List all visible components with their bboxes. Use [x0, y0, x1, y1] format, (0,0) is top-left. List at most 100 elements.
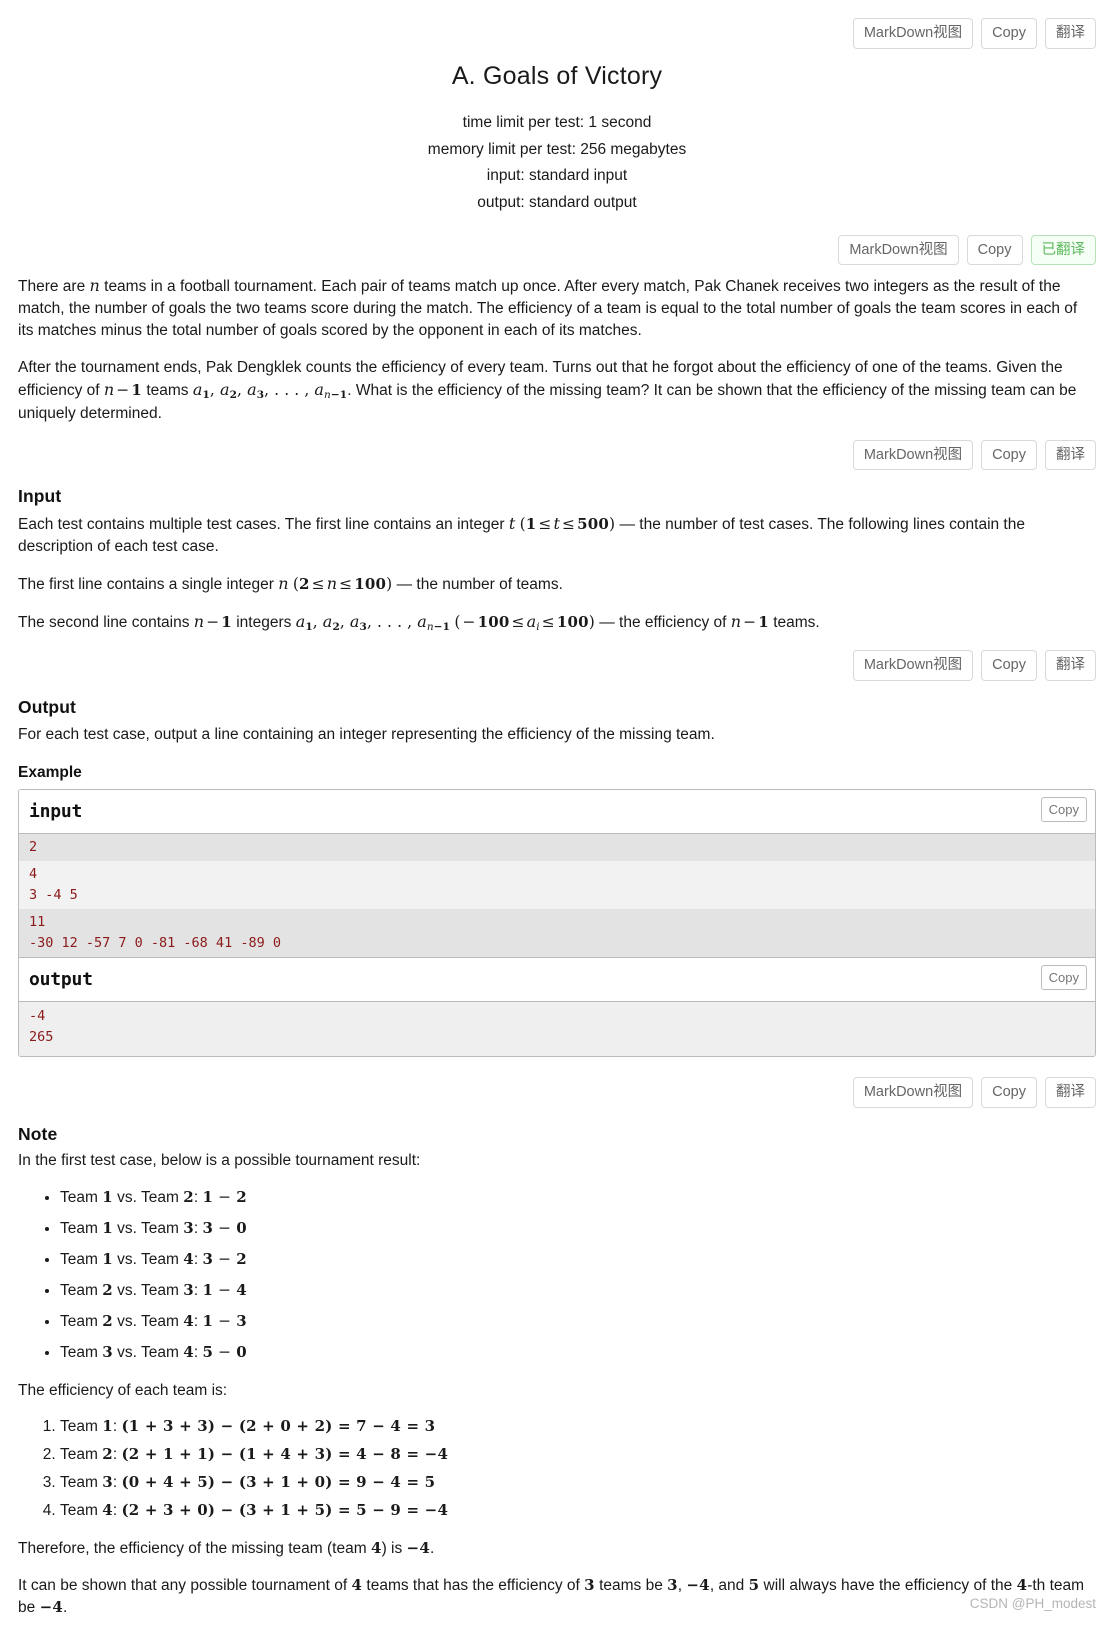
final-v4: −4 [39, 1598, 63, 1617]
match-prefix: Team [60, 1313, 103, 1331]
copy-button[interactable]: Copy [981, 650, 1037, 681]
list-item: Team 2: (2 + 1 + 1) − (1 + 4 + 3) = 4 − … [60, 1444, 1096, 1466]
eff-label: Team [60, 1446, 103, 1464]
match-score-1: 1 [202, 1281, 214, 1300]
example-output-label: output [29, 968, 93, 990]
final-n2: 3 [584, 1576, 595, 1595]
input-l3-c: — the efficiency of [594, 614, 731, 632]
input-l3-d: teams. [768, 614, 820, 632]
eff-expression: (2 + 3 + 0) − (3 + 1 + 5) = 5 − 9 = −4 [121, 1501, 449, 1520]
math-ai-range: (−100 ≤ ai ≤100) [454, 612, 595, 634]
example-input-group: 11 -30 12 -57 7 0 -81 -68 41 -89 0 [19, 908, 1095, 957]
match-score-2: 2 [236, 1188, 247, 1207]
example-input-header: input Copy [19, 789, 1095, 835]
example-output-line: -4 [29, 1008, 46, 1025]
math-n-minus-1: n −1 [103, 380, 143, 400]
match-score-2: 4 [236, 1281, 247, 1300]
match-score-2: 0 [236, 1219, 247, 1238]
example-input-line: 2 [29, 839, 38, 856]
conclusion-a: Therefore, the efficiency of the missing… [18, 1540, 371, 1558]
math-t-range: (1 ≤ t ≤500) [519, 514, 616, 534]
match-team-1: 1 [102, 1188, 113, 1207]
match-score-1: 1 [202, 1312, 214, 1331]
list-item: Team 1 vs. Team 3: 3 − 0 [60, 1217, 1096, 1240]
input-paragraph-1: Each test contains multiple test cases. … [18, 513, 1096, 558]
input-l3-a: The second line contains [18, 614, 194, 632]
problem-limits: time limit per test: 1 second memory lim… [18, 110, 1096, 217]
section-heading-output: Output [18, 696, 76, 717]
conclusion-team: 4 [370, 1539, 382, 1558]
efficiency-intro: The efficiency of each team is: [18, 1382, 228, 1400]
translate-button[interactable]: 翻译 [1045, 1077, 1096, 1108]
input-paragraph-2: The first line contains a single integer… [18, 573, 1096, 596]
match-mid: vs. Team [112, 1189, 184, 1207]
match-prefix: Team [60, 1282, 103, 1300]
match-prefix: Team [60, 1220, 103, 1238]
example-output-header: output Copy [19, 957, 1095, 1003]
final-a: It can be shown that any possible tourna… [18, 1577, 352, 1595]
match-score-2: 0 [236, 1343, 247, 1362]
match-prefix: Team [60, 1189, 103, 1207]
statement-p2-part-b: teams [142, 382, 193, 400]
toolbar-title: MarkDown视图 Copy 翻译 [18, 0, 1096, 49]
section-heading-input: Input [18, 486, 62, 507]
match-score-2: 2 [236, 1250, 247, 1269]
list-item: Team 1: (1 + 3 + 3) − (2 + 0 + 2) = 7 − … [60, 1416, 1096, 1438]
list-item: Team 4: (2 + 3 + 0) − (3 + 1 + 5) = 5 − … [60, 1500, 1096, 1522]
final-h: . [62, 1599, 68, 1617]
eff-team: 3 [102, 1473, 113, 1492]
translate-button[interactable]: 翻译 [1045, 650, 1096, 681]
final-e: , and [709, 1577, 749, 1595]
translate-button[interactable]: 翻译 [1045, 18, 1096, 49]
eff-label: Team [60, 1418, 103, 1436]
markdown-view-button[interactable]: MarkDown视图 [852, 1077, 974, 1108]
translate-button[interactable]: 翻译 [1045, 439, 1096, 471]
input-paragraph-3: The second line contains n −1 integers a1… [18, 611, 1096, 635]
match-prefix: Team [60, 1251, 103, 1269]
list-item: Team 3 vs. Team 4: 5 − 0 [60, 1341, 1096, 1364]
markdown-view-button[interactable]: MarkDown视图 [838, 234, 959, 266]
input-l3-b: integers [231, 614, 296, 632]
copy-button[interactable]: Copy [981, 18, 1037, 49]
final-n3: 4 [1016, 1576, 1028, 1595]
eff-team: 4 [102, 1501, 113, 1520]
copy-button[interactable]: Copy [981, 439, 1037, 471]
markdown-view-button[interactable]: MarkDown视图 [852, 18, 974, 49]
match-team-1: 3 [102, 1343, 113, 1362]
match-team-1: 2 [102, 1281, 113, 1300]
input-l1-a: Each test contains multiple test cases. … [18, 516, 509, 534]
math-n: n [89, 276, 100, 296]
toolbar-output: MarkDown视图 Copy 翻译 [18, 650, 1096, 681]
example-input-line: 4 [29, 865, 38, 882]
translated-button[interactable]: 已翻译 [1030, 234, 1096, 266]
match-mid: vs. Team [112, 1282, 184, 1300]
list-item: Team 3: (0 + 4 + 5) − (3 + 1 + 0) = 9 − … [60, 1472, 1096, 1494]
section-heading-example: Example [18, 763, 82, 781]
math-n-minus-1: n −1 [193, 612, 232, 632]
markdown-view-button[interactable]: MarkDown视图 [852, 439, 974, 471]
match-mid: vs. Team [112, 1313, 184, 1331]
statement-p1-part-a: There are [18, 278, 90, 296]
copy-button[interactable]: Copy [981, 1077, 1037, 1108]
efficiency-list: Team 1: (1 + 3 + 3) − (2 + 0 + 2) = 7 − … [18, 1416, 1096, 1522]
match-team-1: 1 [102, 1250, 113, 1269]
final-f: will always have the efficiency of the [759, 1577, 1017, 1595]
eff-label: Team [60, 1474, 103, 1492]
example-input-body: 2 4 3 -4 5 11 -30 12 -57 7 0 -81 -68 41 … [19, 834, 1095, 957]
copy-input-button[interactable]: Copy [1040, 796, 1087, 822]
copy-button[interactable]: Copy [966, 234, 1023, 266]
output-spec: output: standard output [477, 193, 637, 211]
copy-output-button[interactable]: Copy [1040, 964, 1087, 990]
match-mid: vs. Team [112, 1251, 184, 1269]
toolbar-note: MarkDown视图 Copy 翻译 [18, 1077, 1096, 1108]
match-dash: − [213, 1188, 237, 1207]
toolbar-input: MarkDown视图 Copy 翻译 [18, 439, 1096, 471]
match-prefix: Team [60, 1344, 103, 1362]
note-final: It can be shown that any possible tourna… [18, 1575, 1096, 1619]
note-conclusion: Therefore, the efficiency of the missing… [18, 1538, 1096, 1560]
match-score-1: 3 [202, 1250, 214, 1269]
match-team-2: 4 [183, 1312, 194, 1331]
markdown-view-button[interactable]: MarkDown视图 [852, 650, 974, 681]
match-mid: vs. Team [112, 1344, 184, 1362]
